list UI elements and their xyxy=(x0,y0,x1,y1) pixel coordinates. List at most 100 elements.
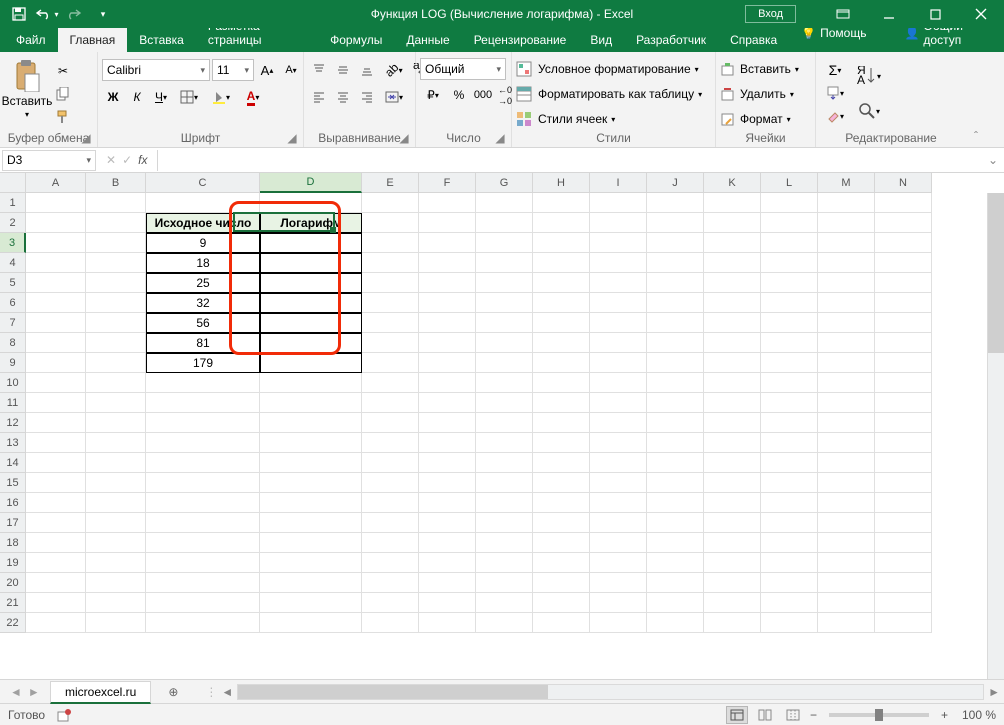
cell-G13[interactable] xyxy=(476,433,533,453)
cell-J8[interactable] xyxy=(647,333,704,353)
vertical-scrollbar[interactable] xyxy=(987,193,1004,679)
cell-M20[interactable] xyxy=(818,573,875,593)
col-header-L[interactable]: L xyxy=(761,173,818,193)
undo-button[interactable]: ▾ xyxy=(34,3,60,25)
cell-J12[interactable] xyxy=(647,413,704,433)
cell-A11[interactable] xyxy=(26,393,86,413)
cell-M7[interactable] xyxy=(818,313,875,333)
cell-F9[interactable] xyxy=(419,353,476,373)
tab-data[interactable]: Данные xyxy=(394,28,461,52)
cell-E14[interactable] xyxy=(362,453,419,473)
cell-E13[interactable] xyxy=(362,433,419,453)
cell-L2[interactable] xyxy=(761,213,818,233)
cell-L16[interactable] xyxy=(761,493,818,513)
cell-H8[interactable] xyxy=(533,333,590,353)
cell-B11[interactable] xyxy=(86,393,146,413)
cell-I11[interactable] xyxy=(590,393,647,413)
comma-button[interactable]: 000 xyxy=(472,84,494,106)
cell-H4[interactable] xyxy=(533,253,590,273)
cell-N6[interactable] xyxy=(875,293,932,313)
cell-A13[interactable] xyxy=(26,433,86,453)
cell-K12[interactable] xyxy=(704,413,761,433)
cell-I1[interactable] xyxy=(590,193,647,213)
cell-M16[interactable] xyxy=(818,493,875,513)
autosum-button[interactable]: Σ▾ xyxy=(820,59,850,81)
cell-E7[interactable] xyxy=(362,313,419,333)
cell-F15[interactable] xyxy=(419,473,476,493)
sheet-tab[interactable]: microexcel.ru xyxy=(50,681,151,704)
cell-I14[interactable] xyxy=(590,453,647,473)
cell-C5[interactable]: 25 xyxy=(146,273,260,293)
cell-C13[interactable] xyxy=(146,433,260,453)
col-header-H[interactable]: H xyxy=(533,173,590,193)
cell-F4[interactable] xyxy=(419,253,476,273)
cell-J21[interactable] xyxy=(647,593,704,613)
cell-M1[interactable] xyxy=(818,193,875,213)
find-select-button[interactable]: ▾ xyxy=(852,94,886,128)
cell-L3[interactable] xyxy=(761,233,818,253)
cell-G15[interactable] xyxy=(476,473,533,493)
cell-D20[interactable] xyxy=(260,573,362,593)
col-header-F[interactable]: F xyxy=(419,173,476,193)
cell-L5[interactable] xyxy=(761,273,818,293)
cell-E1[interactable] xyxy=(362,193,419,213)
tab-developer[interactable]: Разработчик xyxy=(624,28,718,52)
row-header-11[interactable]: 11 xyxy=(0,393,26,413)
cell-G12[interactable] xyxy=(476,413,533,433)
cell-D6[interactable] xyxy=(260,293,362,313)
cell-J3[interactable] xyxy=(647,233,704,253)
cell-F11[interactable] xyxy=(419,393,476,413)
cell-N7[interactable] xyxy=(875,313,932,333)
cell-D1[interactable] xyxy=(260,193,362,213)
scroll-thumb[interactable] xyxy=(238,685,548,699)
cell-E22[interactable] xyxy=(362,613,419,633)
cell-N12[interactable] xyxy=(875,413,932,433)
cell-K19[interactable] xyxy=(704,553,761,573)
cell-G6[interactable] xyxy=(476,293,533,313)
cell-I12[interactable] xyxy=(590,413,647,433)
delete-cells-button[interactable]: Удалить▾ xyxy=(720,82,794,106)
cell-D16[interactable] xyxy=(260,493,362,513)
cell-G4[interactable] xyxy=(476,253,533,273)
scroll-left-icon[interactable]: ◄ xyxy=(221,685,233,699)
cell-D14[interactable] xyxy=(260,453,362,473)
cell-F13[interactable] xyxy=(419,433,476,453)
cell-K4[interactable] xyxy=(704,253,761,273)
underline-button[interactable]: Ч▾ xyxy=(150,86,172,108)
cell-B3[interactable] xyxy=(86,233,146,253)
cell-K15[interactable] xyxy=(704,473,761,493)
cell-F1[interactable] xyxy=(419,193,476,213)
cell-G5[interactable] xyxy=(476,273,533,293)
decrease-font-button[interactable]: A▾ xyxy=(280,59,302,81)
cell-I19[interactable] xyxy=(590,553,647,573)
cell-M3[interactable] xyxy=(818,233,875,253)
cell-I8[interactable] xyxy=(590,333,647,353)
cell-L22[interactable] xyxy=(761,613,818,633)
cell-N15[interactable] xyxy=(875,473,932,493)
cell-D12[interactable] xyxy=(260,413,362,433)
cell-F5[interactable] xyxy=(419,273,476,293)
fill-button[interactable]: ▾ xyxy=(820,82,850,104)
cell-J10[interactable] xyxy=(647,373,704,393)
sheet-nav[interactable]: ◄► xyxy=(0,685,50,699)
cell-B16[interactable] xyxy=(86,493,146,513)
cell-E8[interactable] xyxy=(362,333,419,353)
cell-A17[interactable] xyxy=(26,513,86,533)
col-header-G[interactable]: G xyxy=(476,173,533,193)
cell-C11[interactable] xyxy=(146,393,260,413)
row-header-3[interactable]: 3 xyxy=(0,233,26,253)
cell-N11[interactable] xyxy=(875,393,932,413)
tab-help[interactable]: Справка xyxy=(718,28,789,52)
cell-D3[interactable] xyxy=(260,233,362,253)
cell-I2[interactable] xyxy=(590,213,647,233)
cell-N17[interactable] xyxy=(875,513,932,533)
row-header-4[interactable]: 4 xyxy=(0,253,26,273)
cell-I7[interactable] xyxy=(590,313,647,333)
cell-L12[interactable] xyxy=(761,413,818,433)
cell-L13[interactable] xyxy=(761,433,818,453)
cell-G16[interactable] xyxy=(476,493,533,513)
cell-I15[interactable] xyxy=(590,473,647,493)
cell-M4[interactable] xyxy=(818,253,875,273)
tab-insert[interactable]: Вставка xyxy=(127,28,196,52)
cell-C15[interactable] xyxy=(146,473,260,493)
